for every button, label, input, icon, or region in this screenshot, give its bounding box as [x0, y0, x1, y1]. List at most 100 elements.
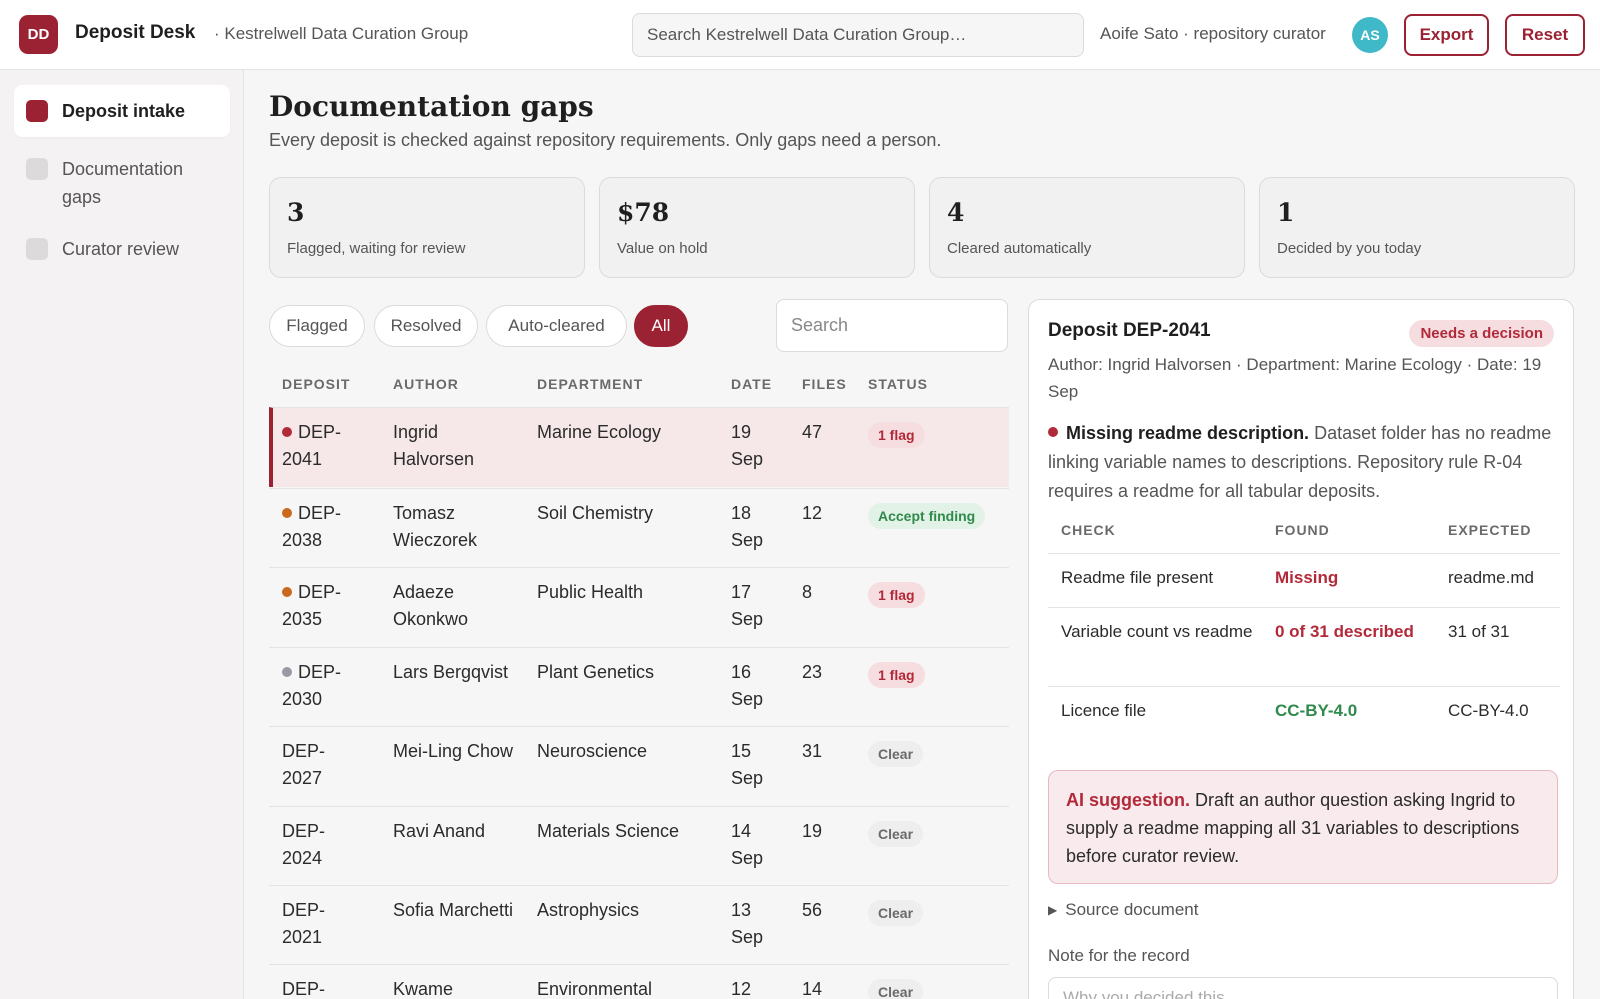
- status-badge: Clear: [868, 900, 924, 926]
- deposit-id-cell: DEP-2038: [282, 500, 360, 554]
- alert-dot-icon: [1048, 427, 1058, 437]
- filter-chip-all[interactable]: All: [634, 305, 688, 347]
- app-name: Deposit Desk: [75, 22, 196, 43]
- column-header[interactable]: FILES: [802, 376, 847, 392]
- top-bar: DD Deposit Desk · Kestrelwell Data Curat…: [0, 0, 1600, 70]
- table-row[interactable]: DEP-2021 Sofia Marchetti Astrophysics 13 Se…: [269, 885, 1009, 965]
- author-cell: Ravi Anand: [393, 821, 486, 841]
- department-cell: Materials Science: [537, 821, 680, 841]
- page-subtitle: Every deposit is checked against reposit…: [269, 130, 942, 150]
- status-badge: Accept finding: [868, 503, 986, 529]
- column-header: EXPECTED: [1448, 522, 1532, 538]
- column-header[interactable]: DATE: [731, 376, 772, 392]
- date-cell: 19 Sep: [731, 422, 764, 469]
- filter-chip-auto-cleared[interactable]: Auto-cleared: [486, 305, 627, 347]
- table-row[interactable]: DEP-2024 Ravi Anand Materials Science 14 Se…: [269, 806, 1009, 886]
- check-row: Variable count vs readme 0 of 31 describe…: [1048, 607, 1560, 686]
- department-cell: Plant Genetics: [537, 662, 655, 682]
- sidebar-item-deposit-intake[interactable]: Deposit intake: [14, 85, 230, 137]
- sidebar-item-label: Documentation gaps: [62, 159, 184, 207]
- triangle-right-icon: ▶: [1048, 903, 1058, 917]
- detail-title: Deposit DEP-2041: [1048, 320, 1211, 341]
- table-row[interactable]: DEP-2038 Tomasz Wieczorek Soil Chemistry 18…: [269, 488, 1009, 568]
- files-cell: 23: [802, 662, 823, 682]
- column-header[interactable]: AUTHOR: [393, 376, 459, 392]
- author-cell: Lars Bergqvist: [393, 662, 509, 682]
- status-badge: Clear: [868, 979, 924, 999]
- stat-card-decided: 1 Decided by you today: [1259, 177, 1575, 278]
- check-expected: 31 of 31: [1448, 622, 1510, 641]
- stat-value: 1: [1277, 198, 1295, 227]
- check-found: 0 of 31 described: [1275, 622, 1414, 641]
- deposit-id-cell: DEP-2018: [282, 976, 360, 999]
- ai-suggestion-label: AI suggestion.: [1066, 790, 1191, 810]
- table-row[interactable]: DEP-2035 Adaeze Okonkwo Public Health 17 Se…: [269, 567, 1009, 647]
- author-cell: Sofia Marchetti: [393, 900, 514, 920]
- square-icon: [26, 100, 48, 122]
- filter-chip-resolved[interactable]: Resolved: [374, 305, 478, 347]
- table-row[interactable]: DEP-2027 Mei-Ling Chow Neuroscience 15 Sep 3…: [269, 726, 1009, 806]
- note-label: Note for the record: [1048, 946, 1190, 965]
- check-expected: readme.md: [1448, 568, 1534, 587]
- note-input[interactable]: Why you decided this: [1048, 977, 1558, 999]
- org-name: · Kestrelwell Data Curation Group: [214, 24, 469, 43]
- user-label: Aoife Sato · repository curator: [1100, 24, 1326, 43]
- date-cell: 15 Sep: [731, 741, 764, 788]
- table-row[interactable]: DEP-2018 Kwame Environmental 12 14 Clear: [269, 964, 1009, 999]
- files-cell: 47: [802, 422, 823, 442]
- deposit-id-cell: DEP-2021: [282, 897, 360, 951]
- author-cell: Kwame: [393, 979, 454, 999]
- avatar[interactable]: AS: [1352, 17, 1388, 53]
- source-document-label: Source document: [1065, 900, 1199, 919]
- department-cell: Public Health: [537, 582, 644, 602]
- status-badge: Clear: [868, 821, 924, 847]
- check-name: Variable count vs readme: [1061, 622, 1253, 641]
- status-badge: 1 flag: [868, 662, 925, 688]
- department-cell: Astrophysics: [537, 900, 640, 920]
- list-search-input[interactable]: Search: [776, 299, 1008, 352]
- app-logo: DD: [19, 15, 58, 54]
- column-header[interactable]: DEPARTMENT: [537, 376, 643, 392]
- check-row: Licence file CC-BY-4.0 CC-BY-4.0: [1048, 686, 1560, 740]
- author-cell: Tomasz Wieczorek: [393, 503, 478, 550]
- deposit-id-cell: DEP-2035: [282, 579, 360, 633]
- column-header: CHECK: [1061, 522, 1116, 538]
- table-row[interactable]: DEP-2041 Ingrid Halvorsen Marine Ecology 19…: [269, 407, 1009, 487]
- filter-chip-flagged[interactable]: Flagged: [269, 305, 365, 347]
- status-dot-icon: [282, 427, 292, 437]
- table-row[interactable]: DEP-2030 Lars Bergqvist Plant Genetics 16 S…: [269, 647, 1009, 727]
- source-document-toggle[interactable]: ▶ Source document: [1048, 900, 1198, 920]
- stat-label: Cleared automatically: [947, 240, 1092, 257]
- author-cell: Adaeze Okonkwo: [393, 582, 469, 629]
- column-header[interactable]: STATUS: [868, 376, 928, 392]
- department-cell: Environmental: [537, 979, 653, 999]
- status-dot-icon: [282, 508, 292, 518]
- deposit-id: DEP-2027: [282, 741, 326, 788]
- export-button[interactable]: Export: [1404, 14, 1489, 56]
- deposit-id: DEP-2024: [282, 821, 326, 868]
- deposit-id-cell: DEP-2041: [282, 419, 360, 473]
- status-dot-icon: [282, 587, 292, 597]
- page-title: Documentation gaps: [269, 90, 594, 123]
- author-cell: Mei-Ling Chow: [393, 741, 514, 761]
- stat-value: 4: [947, 198, 965, 227]
- global-search-input[interactable]: Search Kestrelwell Data Curation Group…: [632, 13, 1084, 57]
- deposit-id-cell: DEP-2027: [282, 738, 360, 792]
- sidebar-item-documentation-gaps[interactable]: Documentation gaps: [14, 143, 230, 223]
- check-found: CC-BY-4.0: [1275, 701, 1358, 720]
- sidebar-item-label: Curator review: [62, 239, 180, 259]
- status-badge: Clear: [868, 741, 924, 767]
- reset-button[interactable]: Reset: [1505, 14, 1585, 56]
- column-header: FOUND: [1275, 522, 1330, 538]
- column-header[interactable]: DEPOSIT: [282, 376, 350, 392]
- sidebar-item-curator-review[interactable]: Curator review: [14, 223, 230, 275]
- check-expected: CC-BY-4.0: [1448, 701, 1529, 720]
- department-cell: Soil Chemistry: [537, 503, 654, 523]
- stat-card-cleared: 4 Cleared automatically: [929, 177, 1245, 278]
- stat-label: Value on hold: [617, 240, 708, 257]
- deposit-id-cell: DEP-2030: [282, 659, 360, 713]
- check-name: Readme file present: [1061, 568, 1214, 587]
- status-dot-icon: [282, 667, 292, 677]
- stat-label: Flagged, waiting for review: [287, 240, 466, 257]
- sidebar: Deposit intake Documentation gaps Curato…: [0, 70, 244, 999]
